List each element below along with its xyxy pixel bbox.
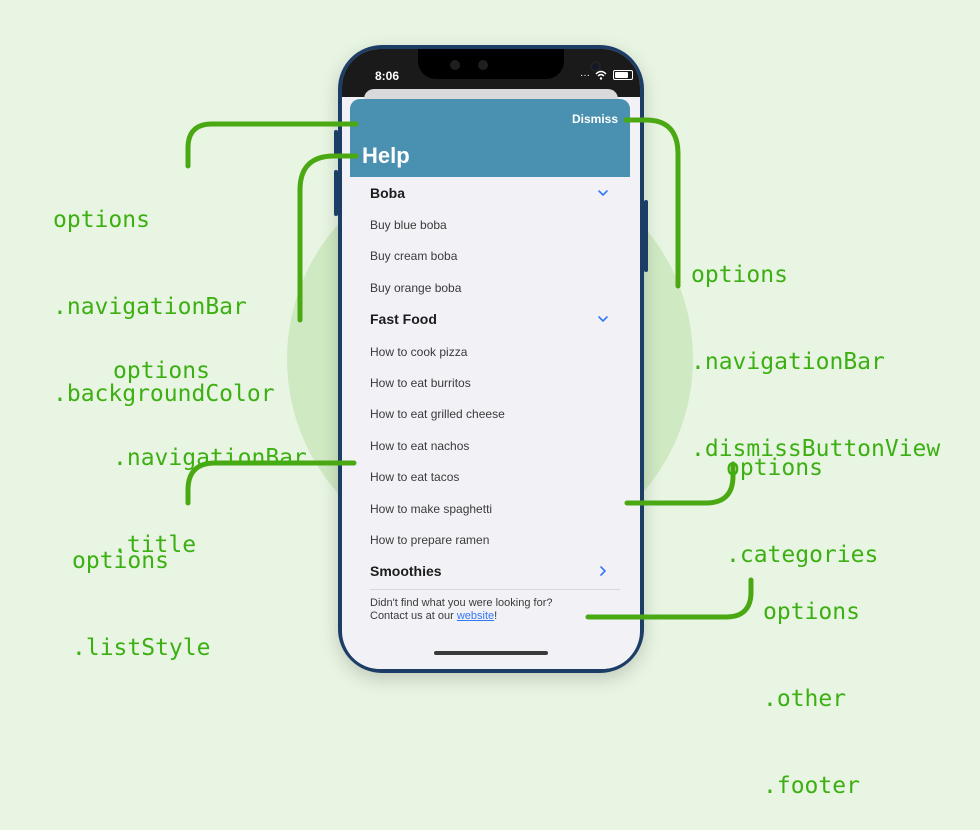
annotation-line: options	[72, 548, 169, 574]
annotation-line: .other	[763, 686, 847, 712]
annotation-line: .navigationBar	[113, 445, 307, 471]
leader-title	[297, 153, 359, 323]
annotation-line: options	[763, 599, 860, 625]
annotation-line: .listStyle	[72, 635, 211, 661]
annotation-footer: options .other .footer	[763, 540, 860, 830]
leader-dismiss	[623, 117, 681, 289]
annotation-line: options	[726, 455, 823, 481]
annotation-line: options	[691, 262, 788, 288]
annotation-line: options	[53, 207, 150, 233]
annotation-line: options	[113, 358, 210, 384]
annotation-line: .navigationBar	[691, 349, 885, 375]
annotation-list-style: options .listStyle	[72, 489, 210, 692]
annotation-line: .footer	[763, 773, 860, 799]
